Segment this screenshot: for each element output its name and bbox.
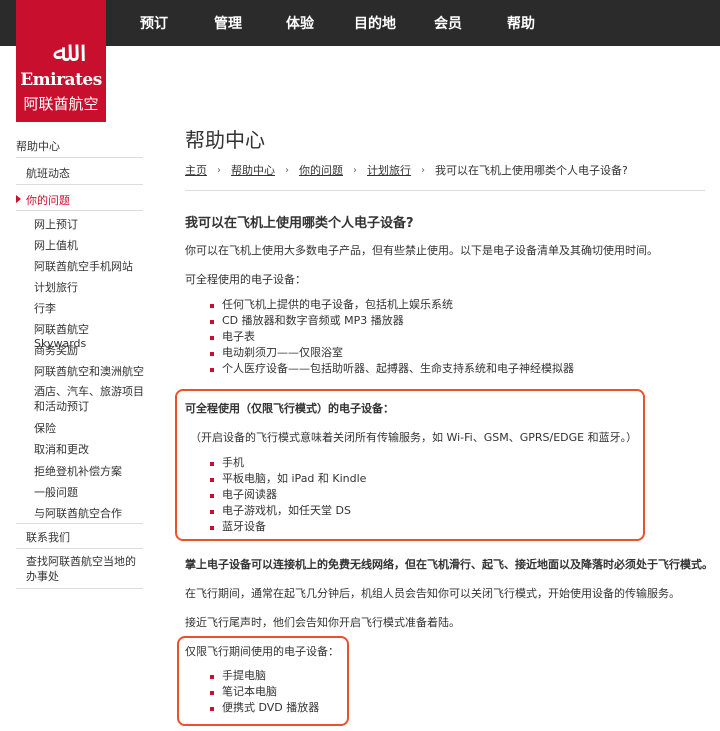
breadcrumb-help-center[interactable]: 帮助中心 [231,162,275,178]
landing-note: 接近飞行尾声时，他们会告知你开启飞行模式准备着陆。 [185,616,460,629]
chevron-right-icon: › [217,164,221,176]
list-item: 蓝牙设备 [210,519,366,535]
breadcrumb-current: 我可以在飞机上使用哪类个人电子设备? [435,164,628,177]
chevron-right-icon: › [421,164,425,176]
sidebar-help-center[interactable]: 帮助中心 [16,138,143,154]
intro-text: 你可以在飞机上使用大多数电子产品，但有些禁止使用。以下是电子设备清单及其确切使用… [185,244,658,257]
article-heading: 我可以在飞机上使用哪类个人电子设备? [185,216,414,231]
sidebar-divider [16,548,143,549]
breadcrumb-plan-travel[interactable]: 计划旅行 [367,162,411,178]
sidebar-your-question[interactable]: 你的问题 [26,192,153,208]
sidebar-contact[interactable]: 联系我们 [26,529,153,545]
nav-booking[interactable]: 预订 [140,0,168,46]
sidebar-item-denied-boarding[interactable]: 拒绝登机补偿方案 [34,463,144,479]
flight-mode-label: 可全程使用（仅限飞行模式）的电子设备： [185,402,394,415]
nav-help[interactable]: 帮助 [507,0,535,46]
sidebar-divider [16,184,143,185]
list-item: 平板电脑，如 iPad 和 Kindle [210,471,366,487]
logo-brand: Emirates [20,70,102,90]
list-item: 便携式 DVD 播放器 [210,700,319,716]
sidebar-item-online-booking[interactable]: 网上预订 [34,216,144,232]
sidebar-item-general[interactable]: 一般问题 [34,484,144,500]
in-flight-list: 手提电脑 笔记本电脑 便携式 DVD 播放器 [210,668,319,716]
emirates-emblem-icon: ﷲ [52,35,70,68]
logo-brand-cn: 阿联酋航空 [23,95,99,113]
emirates-logo[interactable]: ﷲ Emirates 阿联酋航空 [16,0,106,122]
list-item: 笔记本电脑 [210,684,319,700]
nav-experience[interactable]: 体验 [286,0,314,46]
page-title: 帮助中心 [185,128,265,152]
list-item: 手机 [210,455,366,471]
sidebar-divider [16,157,143,158]
flight-period-note: 在飞行期间，通常在起飞几分钟后，机组人员会告知你可以关闭飞行模式，开始使用设备的… [185,587,680,600]
nav-membership[interactable]: 会员 [434,0,462,46]
list-item: 电子游戏机，如任天堂 DS [210,503,366,519]
wireless-note: 掌上电子设备可以连接机上的免费无线网络，但在飞机滑行、起飞、接近地面以及降落时必… [185,558,713,571]
sidebar-item-cancel-change[interactable]: 取消和更改 [34,441,144,457]
nav-manage[interactable]: 管理 [214,0,242,46]
flight-mode-note: （开启设备的飞行模式意味着关闭所有传输服务，如 Wi-Fi、GSM、GPRS/E… [190,431,638,444]
list-item: 手提电脑 [210,668,319,684]
sidebar-item-plan-travel[interactable]: 计划旅行 [34,279,144,295]
in-flight-label: 仅限飞行期间使用的电子设备： [185,645,339,658]
sidebar-item-insurance[interactable]: 保险 [34,420,144,436]
list-item: 任何飞机上提供的电子设备，包括机上娱乐系统 [210,297,574,313]
list-item: 电子表 [210,329,574,345]
list-item: CD 播放器和数字音频或 MP3 播放器 [210,313,574,329]
sidebar-item-mobile-site[interactable]: 阿联酋航空手机网站 [34,258,144,274]
sidebar-divider [16,523,143,524]
sidebar-item-online-checkin[interactable]: 网上值机 [34,237,144,253]
sidebar-item-qantas[interactable]: 阿联酋航空和澳洲航空 [34,363,144,379]
all-flight-list: 任何飞机上提供的电子设备，包括机上娱乐系统 CD 播放器和数字音频或 MP3 播… [210,297,574,377]
breadcrumb-home[interactable]: 主页 [185,162,207,178]
breadcrumb: 主页 › 帮助中心 › 你的问题 › 计划旅行 › 我可以在飞机上使用哪类个人电… [185,162,628,178]
flight-mode-list: 手机 平板电脑，如 iPad 和 Kindle 电子阅读器 电子游戏机，如任天堂… [210,455,366,535]
sidebar-divider [16,210,143,211]
all-flight-label: 可全程使用的电子设备： [185,273,306,286]
sidebar-item-baggage[interactable]: 行李 [34,300,144,316]
chevron-right-icon: › [285,164,289,176]
sidebar-item-hotel-car[interactable]: 酒店、汽车、旅游项目和活动预订 [34,384,144,414]
divider [185,190,705,191]
breadcrumb-your-question[interactable]: 你的问题 [299,162,343,178]
list-item: 个人医疗设备——包括助听器、起搏器、生命支持系统和电子神经模拟器 [210,361,574,377]
list-item: 电动剃须刀——仅限浴室 [210,345,574,361]
sidebar-item-partner[interactable]: 与阿联酋航空合作 [34,505,144,521]
list-item: 电子阅读器 [210,487,366,503]
active-arrow-icon [16,195,21,203]
chevron-right-icon: › [353,164,357,176]
sidebar-item-business-rewards[interactable]: 商务奖励 [34,342,144,358]
nav-destinations[interactable]: 目的地 [354,0,396,46]
sidebar-divider [16,588,143,589]
sidebar-flight-status[interactable]: 航班动态 [26,165,153,181]
sidebar-find-office[interactable]: 查找阿联酋航空当地的办事处 [26,554,143,584]
